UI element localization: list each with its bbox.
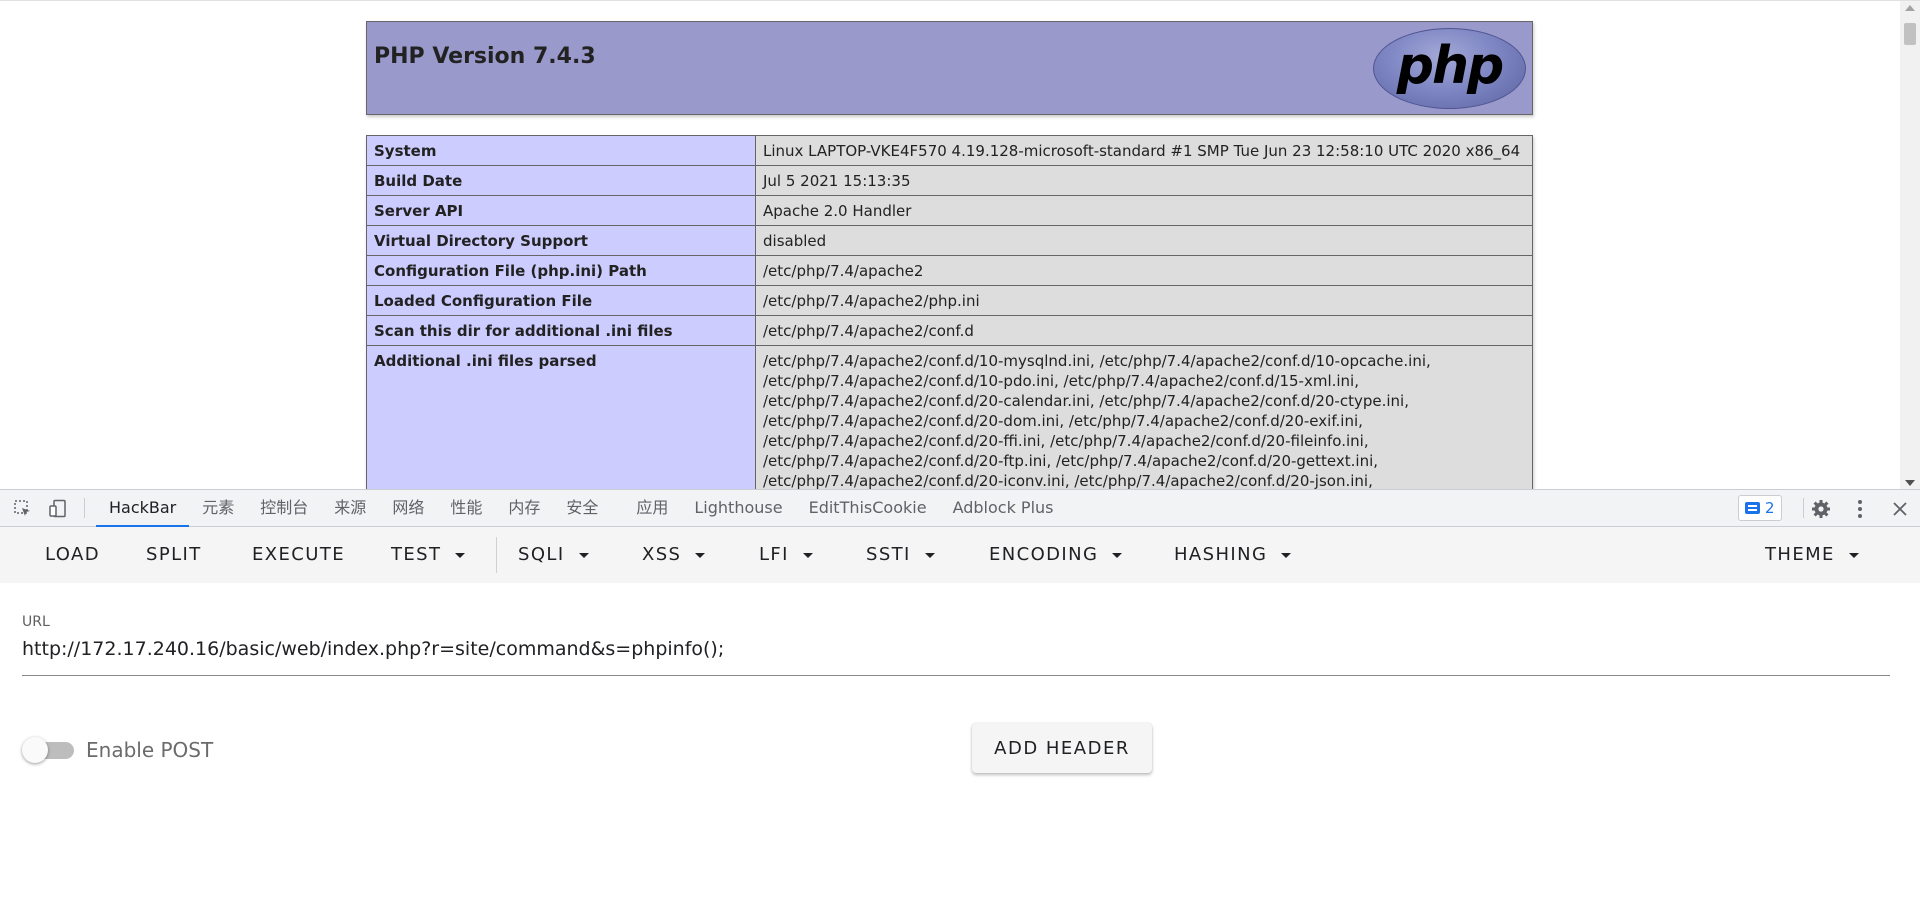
caret-down-icon: [1848, 552, 1859, 558]
row-value: Apache 2.0 Handler: [755, 195, 1533, 226]
lfi-menu-button[interactable]: LFI: [759, 527, 813, 583]
ini-line: /etc/php/7.4/apache2/conf.d/10-mysqlnd.i…: [763, 352, 1431, 370]
table-row: Configuration File (php.ini) Path/etc/ph…: [366, 255, 1533, 286]
row-key: Scan this dir for additional .ini files: [366, 315, 756, 346]
hackbar-toolbar: LOAD SPLIT EXECUTE TEST SQLI XSS LFI SST…: [0, 527, 1920, 583]
tab-memory[interactable]: 内存: [495, 490, 553, 527]
table-row: Scan this dir for additional .ini files /…: [366, 315, 1533, 346]
table-row: Build Date Jul 5 2021 15:13:35: [366, 165, 1533, 196]
page-viewport: PHP Version 7.4.3 php System Linux LAPTOP…: [0, 0, 1920, 489]
enable-post-label: Enable POST: [86, 738, 214, 762]
ini-line: /etc/php/7.4/apache2/conf.d/20-dom.ini, …: [763, 412, 1363, 430]
page-scrollbar[interactable]: [1900, 1, 1920, 489]
caret-down-icon: [1281, 552, 1292, 558]
caret-down-icon: [455, 552, 466, 558]
caret-down-icon: [695, 552, 706, 558]
tab-console[interactable]: 控制台: [247, 490, 321, 527]
url-label: URL: [22, 614, 50, 630]
caret-down-icon: [802, 552, 813, 558]
toolbar-divider: [496, 537, 497, 573]
ini-line: /etc/php/7.4/apache2/conf.d/10-pdo.ini, …: [763, 372, 1359, 390]
more-vert-icon[interactable]: [1849, 498, 1871, 520]
device-toolbar-icon[interactable]: [47, 498, 69, 520]
row-value: /etc/php/7.4/apache2/conf.d: [755, 315, 1533, 346]
theme-menu-button[interactable]: THEME: [1765, 527, 1859, 583]
table-row: Additional .ini files parsed /etc/php/7.…: [366, 345, 1533, 489]
table-row: Loaded Configuration File/etc/php/7.4/ap…: [366, 285, 1533, 316]
row-value: Jul 5 2021 15:13:35: [755, 165, 1533, 196]
hashing-menu-button[interactable]: HASHING: [1174, 527, 1292, 583]
tab-adblock-plus[interactable]: Adblock Plus: [940, 490, 1067, 527]
row-value: /etc/php/7.4/apache2/php.ini: [755, 285, 1533, 316]
scroll-up-arrow-icon[interactable]: [1905, 5, 1915, 11]
encoding-menu-button[interactable]: ENCODING: [989, 527, 1123, 583]
tab-lighthouse[interactable]: Lighthouse: [681, 490, 795, 527]
toggle-knob: [22, 737, 48, 763]
sqli-menu-button[interactable]: SQLI: [518, 527, 589, 583]
inspect-element-icon[interactable]: [12, 498, 34, 520]
row-value: /etc/php/7.4/apache2/conf.d/10-mysqlnd.i…: [755, 345, 1533, 489]
load-button[interactable]: LOAD: [45, 527, 100, 583]
tab-security[interactable]: 安全: [553, 490, 611, 527]
devtools-tabs: HackBar 元素 控制台 来源 网络 性能 内存 安全 应用 Lightho…: [96, 490, 1067, 527]
execute-button[interactable]: EXECUTE: [252, 527, 345, 583]
caret-down-icon: [1112, 552, 1123, 558]
tab-elements[interactable]: 元素: [189, 490, 247, 527]
php-logo: php: [1373, 28, 1526, 109]
row-key: System: [366, 135, 756, 166]
row-key: Loaded Configuration File: [366, 285, 756, 316]
table-row: Virtual Directory Support disabled: [366, 225, 1533, 256]
row-key: Configuration File (php.ini) Path: [366, 255, 756, 286]
split-button[interactable]: SPLIT: [146, 527, 202, 583]
test-menu-button[interactable]: TEST: [391, 527, 466, 583]
row-key: Additional .ini files parsed: [366, 345, 756, 489]
scroll-down-arrow-icon[interactable]: [1905, 480, 1915, 486]
tab-application[interactable]: 应用: [623, 490, 681, 527]
gear-icon[interactable]: [1810, 498, 1832, 520]
caret-down-icon: [578, 552, 589, 558]
ssti-menu-button[interactable]: SSTI: [866, 527, 935, 583]
toolbar-divider: [84, 498, 85, 518]
scrollbar-thumb[interactable]: [1904, 23, 1916, 45]
tab-network[interactable]: 网络: [379, 490, 437, 527]
row-value: Linux LAPTOP-VKE4F570 4.19.128-microsoft…: [755, 135, 1533, 166]
xss-menu-button[interactable]: XSS: [642, 527, 706, 583]
ini-line: /etc/php/7.4/apache2/conf.d/20-calendar.…: [763, 392, 1409, 410]
add-header-button[interactable]: ADD HEADER: [972, 723, 1152, 773]
devtools-panel: HackBar 元素 控制台 来源 网络 性能 内存 安全 应用 Lightho…: [0, 489, 1920, 902]
tab-editthiscookie[interactable]: EditThisCookie: [796, 490, 940, 527]
php-version-title: PHP Version 7.4.3: [374, 44, 596, 69]
devtools-tabbar: HackBar 元素 控制台 来源 网络 性能 内存 安全 应用 Lightho…: [0, 490, 1920, 527]
url-input-underline: [22, 675, 1890, 676]
tab-sources[interactable]: 来源: [321, 490, 379, 527]
table-row: System Linux LAPTOP-VKE4F570 4.19.128-mic…: [366, 135, 1533, 166]
caret-down-icon: [924, 552, 935, 558]
enable-post-toggle[interactable]: [22, 737, 74, 763]
phpinfo-table: System Linux LAPTOP-VKE4F570 4.19.128-mic…: [366, 135, 1533, 489]
phpinfo-container: PHP Version 7.4.3 php System Linux LAPTOP…: [366, 21, 1533, 489]
ini-line: /etc/php/7.4/apache2/conf.d/20-ffi.ini, …: [763, 432, 1369, 450]
row-key: Server API: [366, 195, 756, 226]
row-key: Virtual Directory Support: [366, 225, 756, 256]
toolbar-divider: [1803, 498, 1804, 518]
table-row: Server API Apache 2.0 Handler: [366, 195, 1533, 226]
phpinfo-header: PHP Version 7.4.3 php: [366, 21, 1533, 115]
message-icon: [1745, 502, 1760, 514]
issues-count: 2: [1765, 499, 1775, 517]
ini-line: /etc/php/7.4/apache2/conf.d/20-iconv.ini…: [763, 472, 1373, 489]
row-value: disabled: [755, 225, 1533, 256]
ini-line: /etc/php/7.4/apache2/conf.d/20-ftp.ini, …: [763, 452, 1379, 470]
url-input[interactable]: http://172.17.240.16/basic/web/index.php…: [22, 638, 724, 660]
issues-badge[interactable]: 2: [1738, 495, 1782, 521]
row-key: Build Date: [366, 165, 756, 196]
tab-hackbar[interactable]: HackBar: [96, 490, 190, 527]
tab-performance[interactable]: 性能: [437, 490, 495, 527]
php-logo-text: php: [1396, 35, 1504, 96]
row-value: /etc/php/7.4/apache2: [755, 255, 1533, 286]
close-icon[interactable]: [1889, 498, 1911, 520]
